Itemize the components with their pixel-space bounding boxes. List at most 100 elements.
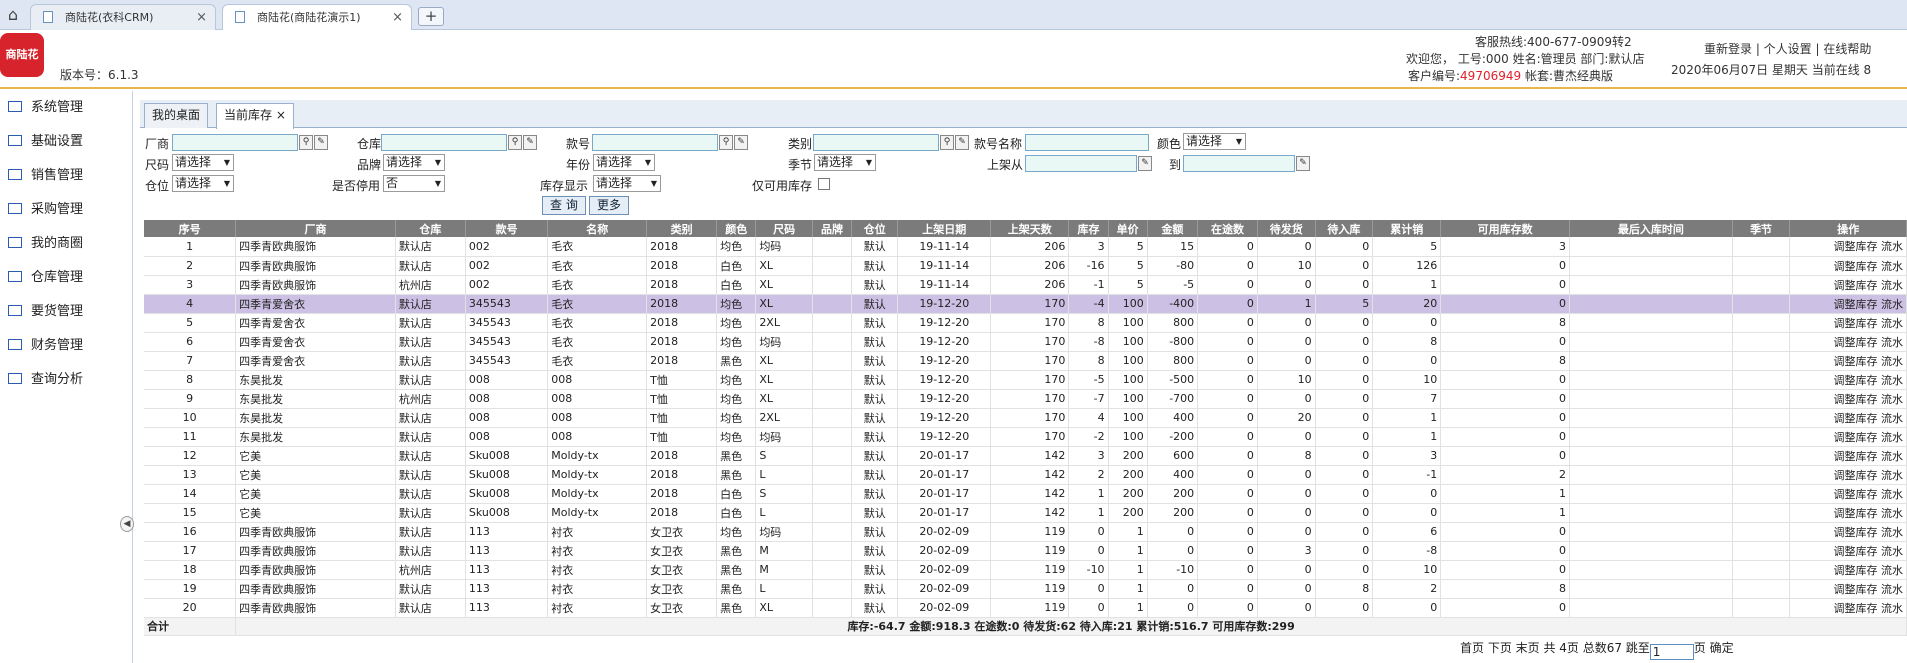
row-actions[interactable]: 调整库存 流水 (1789, 427, 1907, 447)
edit-icon[interactable]: ✎ (314, 135, 328, 150)
search-icon[interactable]: ⚲ (719, 135, 733, 150)
close-icon[interactable]: × (392, 5, 403, 30)
row-actions[interactable]: 调整库存 流水 (1789, 332, 1907, 352)
table-row[interactable]: 20 四季青欧典服饰 默认店 113 衬衣 女卫衣 黑色 XL 默认 20-02-09 119 0 1 0… (144, 598, 1907, 618)
pager-confirm[interactable]: 页 确定 (1694, 641, 1734, 655)
column-header[interactable]: 品牌 (812, 220, 853, 237)
search-icon[interactable]: ⚲ (508, 135, 522, 150)
edit-icon[interactable]: ✎ (734, 135, 748, 150)
row-actions[interactable]: 调整库存 流水 (1789, 389, 1907, 409)
close-icon[interactable]: × (196, 5, 207, 30)
column-header[interactable]: 操作 (1789, 220, 1907, 237)
column-header[interactable]: 尺码 (755, 220, 813, 237)
row-actions[interactable]: 调整库存 流水 (1789, 503, 1907, 523)
season-select[interactable]: 请选择 (814, 154, 876, 171)
table-row[interactable]: 1 四季青欧典服饰 默认店 002 毛衣 2018 均色 均码 默认 19-11-14 206 3 5 1… (144, 237, 1907, 257)
disabled-select[interactable]: 否 (383, 175, 445, 192)
column-header[interactable]: 仓库 (395, 220, 466, 237)
query-button[interactable]: 查 询 (542, 196, 586, 215)
table-row[interactable]: 4 四季青爱舍衣 默认店 345543 毛衣 2018 均色 XL 默认 19-12-20 170-… (144, 294, 1907, 314)
table-row[interactable]: 17 四季青欧典服饰 默认店 113 衬衣 女卫衣 黑色 M 默认 20-02-09 119 0 1 0 0… (144, 541, 1907, 561)
column-header[interactable]: 待发货 (1257, 220, 1316, 237)
brand-select[interactable]: 请选择 (383, 154, 445, 171)
location-select[interactable]: 请选择 (172, 175, 234, 192)
browser-tab-demo[interactable]: 商陆花(商陆花演示1) × (222, 4, 412, 30)
table-row[interactable]: 10 东昊批发 默认店 008 008 T恤 均色 2XL 默认 19-12-20 170 4 100 4… (144, 408, 1907, 428)
available-only-checkbox[interactable] (818, 178, 830, 190)
search-icon[interactable]: ⚲ (299, 135, 313, 150)
row-actions[interactable]: 调整库存 流水 (1789, 294, 1907, 314)
row-actions[interactable]: 调整库存 流水 (1789, 560, 1907, 580)
close-icon[interactable]: × (276, 108, 286, 122)
column-header[interactable]: 名称 (547, 220, 648, 237)
column-header[interactable]: 类别 (646, 220, 718, 237)
home-icon[interactable]: ⌂ (2, 5, 24, 27)
column-header[interactable]: 季节 (1732, 220, 1791, 237)
column-header[interactable]: 在途数 (1197, 220, 1258, 237)
column-header[interactable]: 款号 (465, 220, 549, 237)
stock-display-select[interactable]: 请选择 (593, 175, 661, 192)
sidebar-item-analysis[interactable]: 查询分析 (8, 370, 83, 390)
column-header[interactable]: 最后入库时间 (1569, 220, 1733, 237)
table-row[interactable]: 19 四季青欧典服饰 默认店 113 衬衣 女卫衣 黑色 L 默认 20-02-09 119 0 1 0 0… (144, 579, 1907, 599)
collapse-sidebar-icon[interactable]: ◀ (120, 516, 134, 532)
column-header[interactable]: 可用库存数 (1440, 220, 1570, 237)
size-select[interactable]: 请选择 (172, 154, 234, 171)
column-header[interactable]: 上架天数 (990, 220, 1070, 237)
sidebar-item-sales[interactable]: 销售管理 (8, 166, 83, 186)
table-row[interactable]: 18 四季青欧典服饰 杭州店 113 衬衣 女卫衣 黑色 M 默认 20-02-09 119 -10 1… (144, 560, 1907, 580)
column-header[interactable]: 累计销 (1372, 220, 1442, 237)
column-header[interactable]: 待入库 (1315, 220, 1374, 237)
table-row[interactable]: 8 东昊批发 默认店 008 008 T恤 均色 XL 默认 19-12-20 170 -5 100 -5… (144, 370, 1907, 390)
row-actions[interactable]: 调整库存 流水 (1789, 522, 1907, 542)
table-row[interactable]: 6 四季青爱舍衣 默认店 345543 毛衣 2018 均色 均码 默认 19-12-20 170-… (144, 332, 1907, 352)
style-no-input[interactable] (592, 134, 718, 151)
new-tab-button[interactable]: + (418, 7, 444, 26)
sidebar-item-requisition[interactable]: 要货管理 (8, 302, 83, 322)
shelf-from-input[interactable] (1025, 155, 1137, 172)
category-input[interactable] (813, 134, 939, 151)
table-row[interactable]: 13 它美 默认店 Sku008 Moldy-tx 2018 黑色 L 默认 20-01-17 14… (144, 465, 1907, 485)
table-row[interactable]: 2 四季青欧典服饰 默认店 002 毛衣 2018 白色 XL 默认 19-11-14 206 -16… (144, 256, 1907, 276)
pager-links[interactable]: 首页 下页 末页 共 4页 总数67 跳至 (1460, 641, 1650, 655)
row-actions[interactable]: 调整库存 流水 (1789, 256, 1907, 276)
row-actions[interactable]: 调整库存 流水 (1789, 598, 1907, 618)
table-row[interactable]: 5 四季青爱舍衣 默认店 345543 毛衣 2018 均色 2XL 默认 19-12-20 170… (144, 313, 1907, 333)
table-row[interactable]: 12 它美 默认店 Sku008 Moldy-tx 2018 黑色 S 默认 20-01-17 14… (144, 446, 1907, 466)
row-actions[interactable]: 调整库存 流水 (1789, 579, 1907, 599)
row-actions[interactable]: 调整库存 流水 (1789, 370, 1907, 390)
row-actions[interactable]: 调整库存 流水 (1789, 408, 1907, 428)
row-actions[interactable]: 调整库存 流水 (1789, 446, 1907, 466)
sidebar-item-purchase[interactable]: 采购管理 (8, 200, 83, 220)
edit-icon[interactable]: ✎ (523, 135, 537, 150)
row-actions[interactable]: 调整库存 流水 (1789, 275, 1907, 295)
table-row[interactable]: 14 它美 默认店 Sku008 Moldy-tx 2018 白色 S 默认 20-01-17 14… (144, 484, 1907, 504)
shelf-to-input[interactable] (1183, 155, 1295, 172)
column-header[interactable]: 仓位 (851, 220, 899, 237)
table-row[interactable]: 11 东昊批发 默认店 008 008 T恤 均色 均码 默认 19-12-20 170 -2 100-… (144, 427, 1907, 447)
page-jump-input[interactable]: 1 (1649, 644, 1694, 660)
table-row[interactable]: 15 它美 默认店 Sku008 Moldy-tx 2018 白色 L 默认 20-01-17 14… (144, 503, 1907, 523)
sidebar-item-finance[interactable]: 财务管理 (8, 336, 83, 356)
row-actions[interactable]: 调整库存 流水 (1789, 484, 1907, 504)
column-header[interactable]: 颜色 (716, 220, 757, 237)
year-select[interactable]: 请选择 (593, 154, 655, 171)
calendar-icon[interactable]: ✎ (1138, 156, 1152, 171)
row-actions[interactable]: 调整库存 流水 (1789, 541, 1907, 561)
warehouse-input[interactable] (381, 134, 507, 151)
tab-desktop[interactable]: 我的桌面 (144, 103, 209, 128)
row-actions[interactable]: 调整库存 流水 (1789, 351, 1907, 371)
header-links[interactable]: 重新登录 | 个人设置 | 在线帮助 (1704, 40, 1871, 57)
sidebar-item-system[interactable]: 系统管理 (8, 98, 83, 118)
column-header[interactable]: 库存 (1068, 220, 1109, 237)
more-button[interactable]: 更多 (589, 196, 630, 215)
column-header[interactable]: 序号 (144, 220, 237, 237)
calendar-icon[interactable]: ✎ (1296, 156, 1310, 171)
column-header[interactable]: 上架日期 (897, 220, 992, 237)
tab-current-stock[interactable]: 当前库存 × (216, 103, 294, 129)
row-actions[interactable]: 调整库存 流水 (1789, 465, 1907, 485)
table-row[interactable]: 9 东昊批发 杭州店 008 008 T恤 均色 XL 默认 19-12-20 170 -7 100 -7… (144, 389, 1907, 409)
sidebar-item-basic[interactable]: 基础设置 (8, 132, 83, 152)
sidebar-item-warehouse[interactable]: 仓库管理 (8, 268, 83, 288)
row-actions[interactable]: 调整库存 流水 (1789, 313, 1907, 333)
